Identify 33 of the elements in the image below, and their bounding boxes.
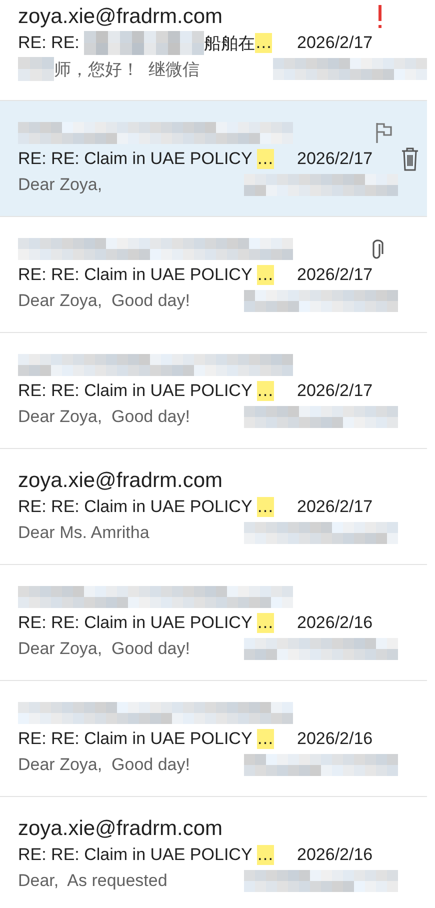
sender: zoya.xie@fradrm.com (18, 469, 223, 493)
date: 2026/2/17 (297, 33, 373, 53)
subject: RE: RE: Claim in UAE POLICY … (18, 497, 275, 517)
preview-text: Dear, As requested (18, 871, 168, 891)
preview-text: Dear Zoya, Good day! (18, 291, 191, 311)
subject: RE: RE: Claim in UAE POLICY … (18, 149, 275, 169)
subject: RE: RE: 船舶在… (18, 31, 297, 55)
preview-text: Dear Zoya, Good day! (18, 639, 191, 659)
subject: RE: RE: Claim in UAE POLICY … (18, 265, 275, 285)
flag-icon[interactable] (375, 122, 392, 144)
message-row[interactable]: RE: RE: Claim in UAE POLICY … 2026/2/17 Dear Zoya, (0, 101, 427, 217)
preview-text: Dear Zoya, Good day! (18, 407, 191, 427)
preview-text: 师，您好！ 继微信 (54, 58, 200, 80)
date: 2026/2/17 (297, 497, 373, 517)
date: 2026/2/17 (297, 265, 373, 285)
date: 2026/2/16 (297, 845, 373, 865)
blurred-text-drawing (18, 57, 54, 81)
sender: zoya.xie@fradrm.com (18, 817, 223, 841)
subject: RE: RE: Claim in UAE POLICY … (18, 845, 275, 865)
subject: RE: RE: Claim in UAE POLICY … (18, 381, 275, 401)
preview-text: Dear Zoya, (18, 175, 104, 195)
paperclip-icon[interactable] (371, 237, 385, 261)
date: 2026/2/16 (297, 729, 373, 749)
important-icon (377, 5, 383, 29)
preview-text: Dear Ms. Amritha (18, 523, 150, 543)
date: 2026/2/17 (297, 381, 373, 401)
preview-text: Dear Zoya, Good day! (18, 755, 191, 775)
sender: zoya.xie@fradrm.com (18, 5, 223, 29)
trash-icon[interactable] (401, 147, 419, 171)
date: 2026/2/16 (297, 613, 373, 633)
date: 2026/2/17 (297, 149, 373, 169)
subject: RE: RE: Claim in UAE POLICY … (18, 613, 275, 633)
subject: RE: RE: Claim in UAE POLICY … (18, 729, 275, 749)
